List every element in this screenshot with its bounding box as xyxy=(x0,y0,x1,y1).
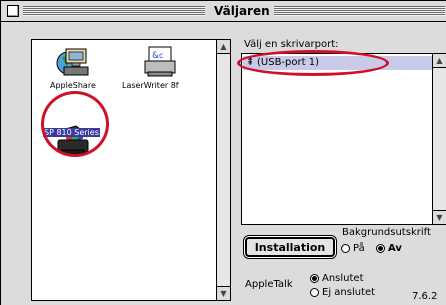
installation-button[interactable]: Installation xyxy=(245,237,335,257)
background-printing-off-label: Av xyxy=(388,243,402,254)
radio-button-selected-icon[interactable] xyxy=(376,244,385,253)
device-list[interactable]: AppleShare & c LaserWriter 8f SP 810 Ser… xyxy=(31,39,231,301)
appleshare-icon[interactable] xyxy=(52,45,92,79)
annotation-oval-printer xyxy=(41,91,109,157)
device-list-scrollbar[interactable]: ▲ ▼ xyxy=(216,40,230,300)
title-stripes-right xyxy=(263,6,445,16)
port-list-label: Välj en skrivarport: xyxy=(244,39,339,50)
device-label-laserwriter: LaserWriter 8f xyxy=(122,81,179,90)
device-label-appleshare: AppleShare xyxy=(50,81,96,90)
scroll-up-arrow-icon[interactable]: ▲ xyxy=(217,40,230,54)
background-printing-on[interactable]: På xyxy=(341,243,365,254)
radio-button-icon[interactable] xyxy=(310,288,319,297)
appletalk-active-label: Anslutet xyxy=(322,273,364,284)
appletalk-active[interactable]: Anslutet xyxy=(310,273,364,284)
version-label: 7.6.2 xyxy=(412,291,438,302)
radio-button-icon[interactable] xyxy=(341,244,350,253)
scroll-down-arrow-icon[interactable]: ▼ xyxy=(217,286,230,300)
svg-text:c: c xyxy=(159,51,163,60)
svg-text:&: & xyxy=(152,51,159,61)
radio-button-selected-icon[interactable] xyxy=(310,274,319,283)
laserwriter-icon[interactable]: & c xyxy=(139,45,179,79)
background-printing-on-label: På xyxy=(353,243,365,254)
window-title: Väljaren xyxy=(210,4,274,18)
port-list-scrollbar[interactable]: ▲ ▼ xyxy=(432,54,446,224)
port-list[interactable]: ⇞ (USB-port 1) ▲ ▼ xyxy=(241,53,446,225)
appletalk-inactive[interactable]: Ej anslutet xyxy=(310,287,375,298)
appletalk-inactive-label: Ej anslutet xyxy=(322,287,376,298)
annotation-oval-usb-port xyxy=(237,50,389,76)
title-bar[interactable]: Väljaren xyxy=(1,1,446,22)
chooser-window: Väljaren AppleShare & c LaserWriter 8f S… xyxy=(0,0,446,305)
background-printing-off[interactable]: Av xyxy=(376,243,402,254)
appletalk-label: AppleTalk xyxy=(245,279,293,290)
port-scroll-down-arrow-icon[interactable]: ▼ xyxy=(433,210,446,224)
title-stripes-left xyxy=(23,6,205,16)
port-scroll-up-arrow-icon[interactable]: ▲ xyxy=(433,54,446,68)
background-printing-label: Bakgrundsutskrift xyxy=(342,227,431,238)
close-box-icon[interactable] xyxy=(7,5,19,17)
